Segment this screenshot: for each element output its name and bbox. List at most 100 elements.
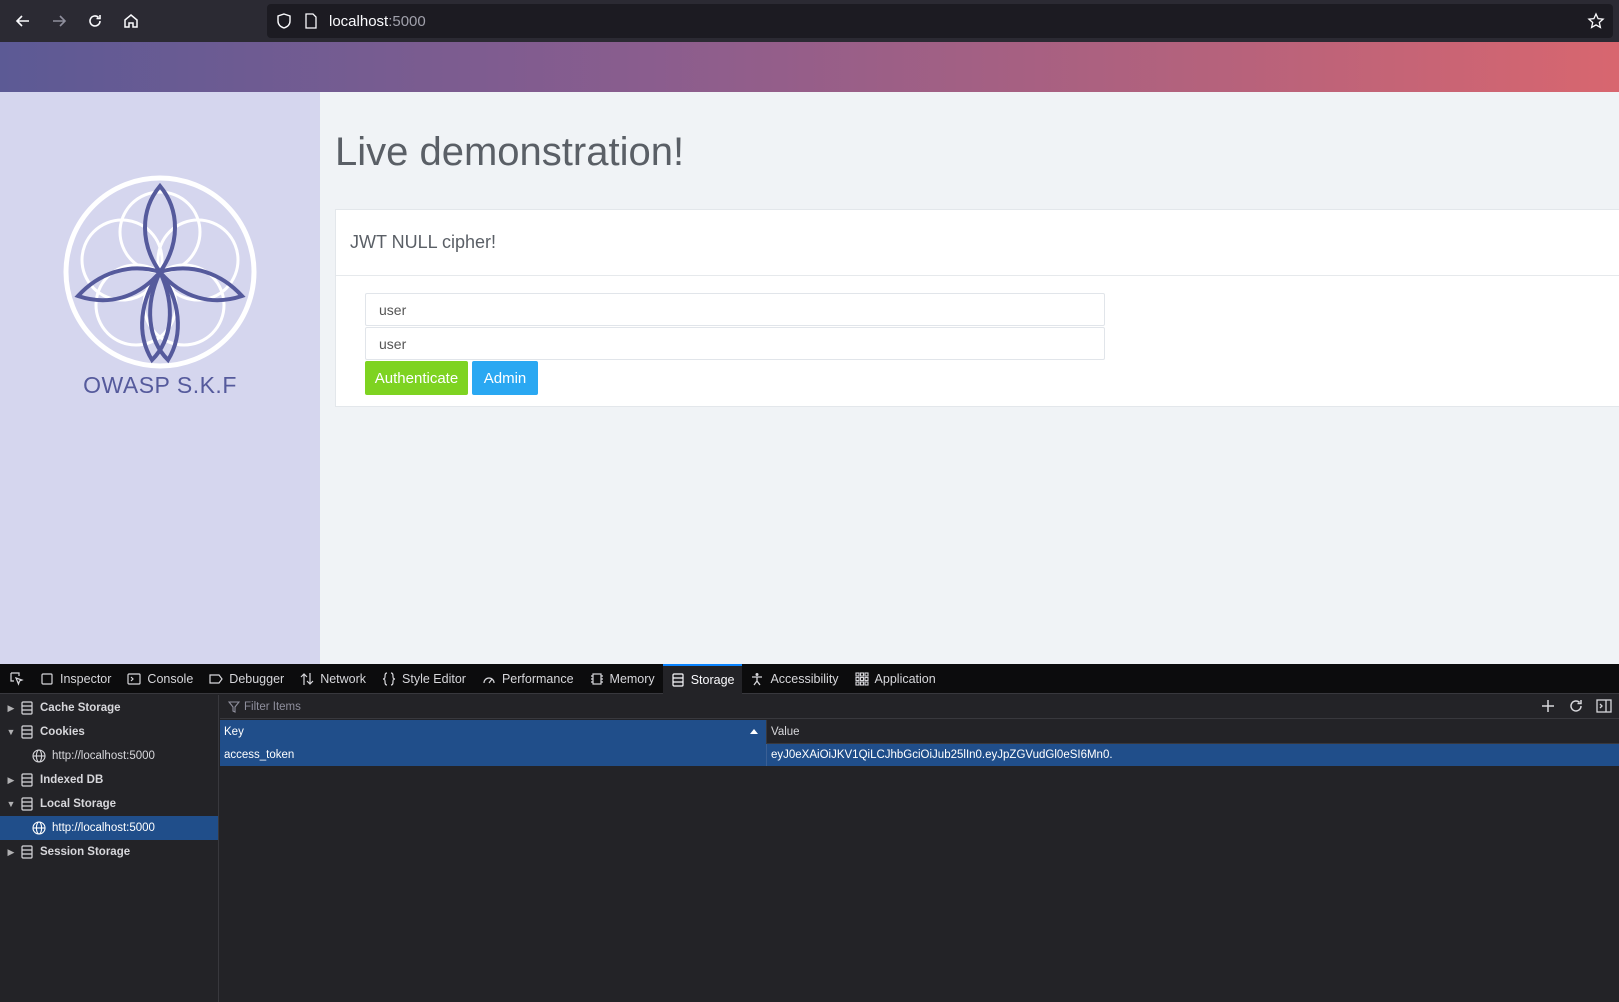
cell-key[interactable]: access_token: [220, 744, 767, 766]
admin-button[interactable]: Admin: [472, 361, 538, 395]
element-picker-button[interactable]: [0, 664, 32, 694]
url-bar[interactable]: localhost:5000: [267, 4, 1613, 38]
expand-icon[interactable]: ▶: [4, 847, 18, 858]
database-icon: [21, 797, 33, 811]
style-editor-icon: [383, 671, 396, 686]
console-icon: [127, 672, 142, 685]
tab-label: Memory: [609, 671, 655, 686]
filter-icon: [228, 700, 240, 713]
collapse-icon[interactable]: ▼: [4, 799, 18, 809]
tree-item-cache-storage[interactable]: ▶ Cache Storage: [0, 696, 218, 720]
cell-value[interactable]: eyJ0eXAiOiJKV1QiLCJhbGciOiJub25lIn0.eyJp…: [767, 744, 1619, 766]
database-icon: [21, 845, 33, 859]
tab-style-editor[interactable]: Style Editor: [374, 664, 474, 694]
tab-label: Performance: [501, 671, 574, 686]
panel-heading: JWT NULL cipher!: [336, 210, 1619, 276]
tree-label: http://localhost:5000: [52, 822, 155, 834]
column-label: Value: [771, 725, 800, 738]
password-input[interactable]: user: [365, 327, 1105, 360]
tab-label: Debugger: [229, 671, 285, 686]
reload-button[interactable]: [78, 4, 112, 38]
filter-input[interactable]: Filter Items: [244, 701, 301, 713]
shield-icon[interactable]: [275, 12, 293, 30]
tab-application[interactable]: Application: [847, 664, 944, 694]
tab-label: Console: [147, 671, 194, 686]
tab-performance[interactable]: Performance: [474, 664, 582, 694]
accessibility-icon: [752, 672, 763, 685]
tab-label: Style Editor: [402, 671, 466, 686]
sort-ascending-icon: [750, 729, 758, 734]
tree-label: Indexed DB: [40, 774, 104, 786]
logo-text: OWASP S.K.F: [83, 372, 237, 398]
tab-memory[interactable]: Memory: [582, 664, 663, 694]
tab-label: Inspector: [60, 671, 112, 686]
performance-icon: [483, 676, 495, 683]
top-banner: [0, 42, 1619, 92]
tree-label: http://localhost:5000: [52, 750, 155, 762]
add-item-icon[interactable]: [1539, 697, 1557, 715]
element-picker-icon: [9, 672, 24, 686]
memory-icon: [590, 672, 603, 685]
star-icon[interactable]: [1587, 12, 1605, 30]
tab-inspector[interactable]: Inspector: [32, 664, 119, 694]
column-label: Key: [224, 726, 244, 738]
home-button[interactable]: [114, 4, 148, 38]
tree-label: Cookies: [40, 726, 85, 738]
home-icon: [124, 14, 138, 28]
username-input[interactable]: user: [365, 293, 1105, 326]
collapse-icon[interactable]: ▼: [4, 727, 18, 737]
tree-item-local-storage-localhost[interactable]: http://localhost:5000: [0, 816, 218, 840]
tree-label: Session Storage: [40, 846, 131, 858]
forward-button[interactable]: [42, 4, 76, 38]
url-host: localhost: [329, 12, 389, 30]
url-port: :5000: [388, 12, 426, 30]
web-page: OWASP S.K.F Live demonstration! JWT NULL…: [0, 42, 1619, 664]
owasp-skf-logo: [63, 175, 257, 369]
network-icon: [300, 672, 314, 685]
sidebar-toggle-icon[interactable]: [1595, 697, 1613, 715]
tree-label: Local Storage: [40, 798, 117, 810]
refresh-icon[interactable]: [1567, 697, 1585, 715]
database-icon: [21, 773, 33, 787]
debugger-icon: [209, 673, 224, 684]
filter-bar: Filter Items: [220, 695, 1619, 719]
tree-label: Cache Storage: [40, 702, 121, 714]
tab-network[interactable]: Network: [292, 664, 374, 694]
page-title: Live demonstration!: [335, 130, 685, 174]
back-button[interactable]: [6, 4, 40, 38]
storage-icon: [672, 672, 684, 687]
table-header: Key Value: [220, 720, 1619, 744]
expand-icon[interactable]: ▶: [4, 775, 18, 786]
browser-toolbar: localhost:5000: [0, 0, 1619, 42]
storage-tree: ▶ Cache Storage ▼ Cookies http://localho…: [0, 695, 219, 1002]
database-icon: [21, 701, 33, 715]
database-icon: [21, 725, 33, 739]
page-icon: [305, 13, 317, 29]
tab-console[interactable]: Console: [119, 664, 201, 694]
column-header-value[interactable]: Value: [767, 720, 1619, 744]
forward-icon: [53, 15, 67, 27]
authenticate-button[interactable]: Authenticate: [365, 361, 468, 395]
tree-item-cookies-localhost[interactable]: http://localhost:5000: [0, 744, 218, 768]
tab-accessibility[interactable]: Accessibility: [742, 664, 846, 694]
inspector-icon: [41, 672, 53, 685]
tab-label: Storage: [690, 672, 735, 687]
devtools-tabbar: Inspector Console Debugger Network Style…: [0, 663, 1619, 694]
reload-icon: [89, 15, 101, 27]
application-icon: [854, 671, 869, 686]
expand-icon[interactable]: ▶: [4, 703, 18, 714]
globe-icon: [32, 749, 46, 763]
tab-debugger[interactable]: Debugger: [201, 664, 292, 694]
devtools-panel: Inspector Console Debugger Network Style…: [0, 663, 1619, 1002]
demo-panel: JWT NULL cipher! user user Authenticate …: [335, 209, 1619, 407]
back-icon: [15, 15, 29, 27]
tab-storage[interactable]: Storage: [662, 663, 743, 694]
table-row[interactable]: access_token eyJ0eXAiOiJKV1QiLCJhbGciOiJ…: [220, 744, 1619, 766]
sidebar: OWASP S.K.F: [0, 92, 320, 664]
tree-item-session-storage[interactable]: ▶ Session Storage: [0, 840, 218, 864]
column-header-key[interactable]: Key: [220, 720, 767, 744]
tree-item-indexed-db[interactable]: ▶ Indexed DB: [0, 768, 218, 792]
tree-item-local-storage[interactable]: ▼ Local Storage: [0, 792, 218, 816]
tab-label: Accessibility: [770, 671, 839, 686]
tree-item-cookies[interactable]: ▼ Cookies: [0, 720, 218, 744]
